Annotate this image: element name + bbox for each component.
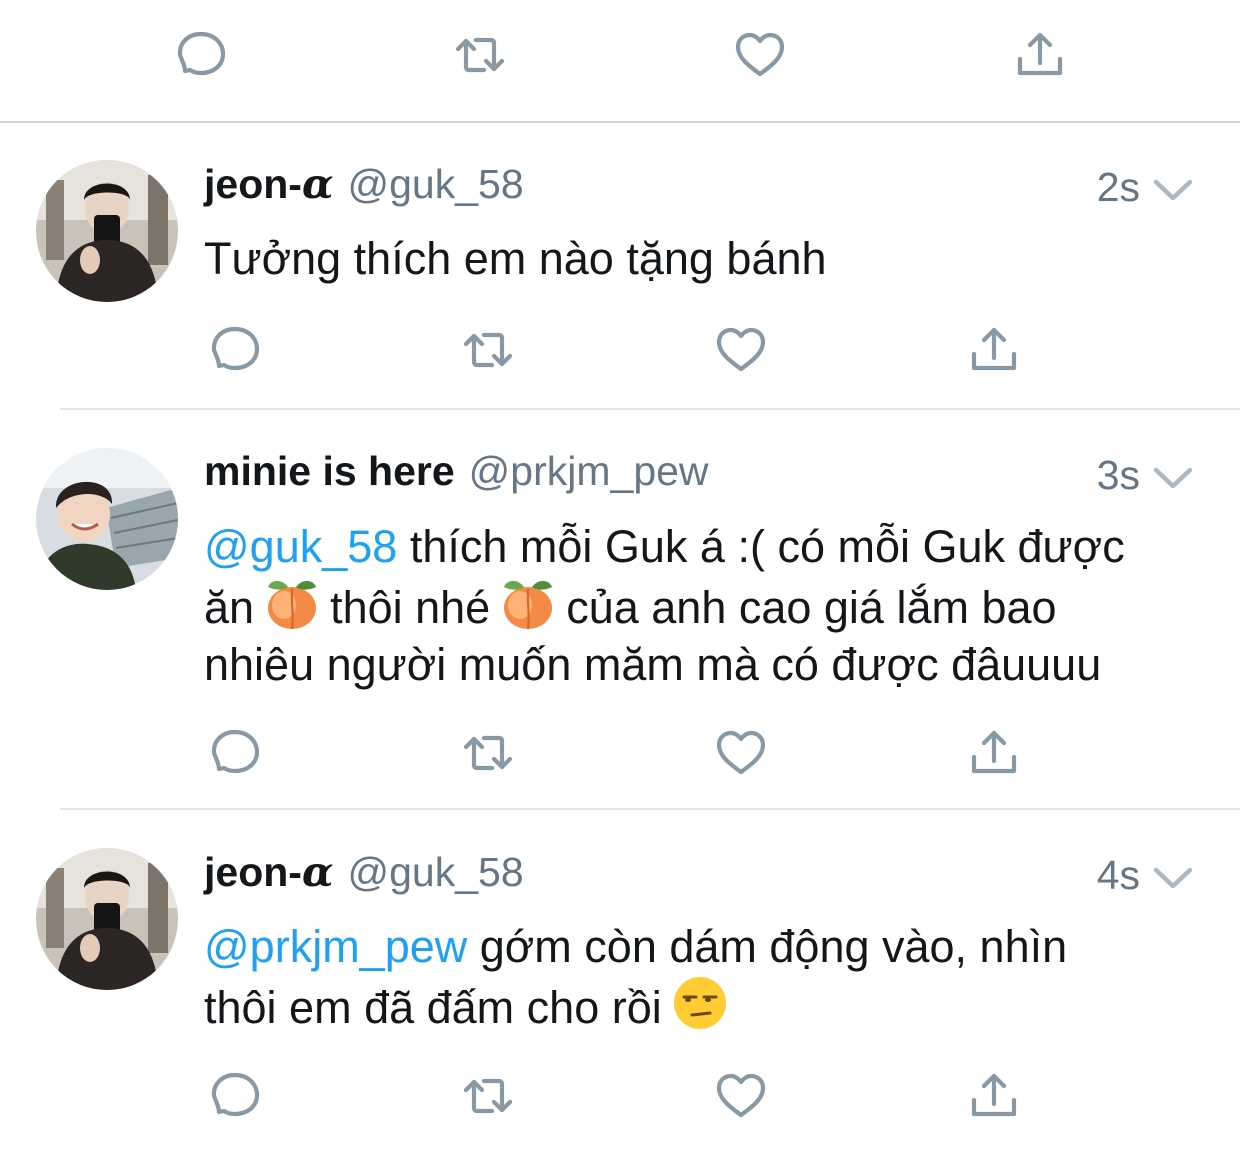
display-name[interactable]: jeon-α	[204, 848, 334, 896]
tweet-text: @prkjm_pew gớm còn dám động vào, nhìn th…	[204, 918, 1214, 1036]
peach-emoji	[264, 575, 320, 631]
share-icon	[1012, 27, 1068, 83]
share-button[interactable]	[964, 723, 1024, 783]
user-handle[interactable]: @guk_58	[348, 849, 524, 896]
reply-icon	[207, 322, 263, 378]
tweet[interactable]: jeon-α @guk_58 2s Tưởng thích em nào tặn…	[0, 122, 1240, 410]
unamused-face-emoji	[672, 975, 728, 1031]
share-icon	[966, 1068, 1022, 1124]
reply-button[interactable]	[171, 25, 231, 85]
avatar[interactable]	[36, 848, 178, 990]
share-icon	[966, 322, 1022, 378]
mention-link[interactable]: @prkjm_pew	[204, 921, 467, 972]
tweet-header: jeon-α @guk_58	[204, 848, 524, 898]
reply-button[interactable]	[205, 723, 265, 783]
tweet-text: @guk_58 thích mỗi Guk á :( có mỗi Guk đư…	[204, 518, 1214, 693]
timestamp: 3s	[1096, 452, 1140, 498]
chevron-down-icon	[1150, 174, 1196, 204]
previous-tweet-actions	[0, 0, 1240, 122]
tweet[interactable]: jeon-α @guk_58 4s @prkjm_pew gớm còn dám…	[0, 810, 1240, 1152]
share-button[interactable]	[964, 320, 1024, 380]
share-button[interactable]	[1010, 25, 1070, 85]
avatar[interactable]	[36, 160, 178, 302]
tweet-text: Tưởng thích em nào tặng bánh	[204, 233, 827, 284]
timestamp: 2s	[1096, 164, 1140, 210]
tweet-line: ăn thôi nhé của anh cao giá lắm bao	[204, 575, 1214, 636]
retweet-icon	[452, 27, 508, 83]
mention-link[interactable]: @guk_58	[204, 521, 397, 572]
tweet[interactable]: minie is here @prkjm_pew 3s @guk_58 thíc…	[0, 410, 1240, 810]
display-name[interactable]: jeon-α	[204, 160, 334, 208]
reply-button[interactable]	[205, 320, 265, 380]
peach-emoji	[500, 575, 556, 631]
like-button[interactable]	[711, 723, 771, 783]
timestamp: 4s	[1096, 852, 1140, 898]
tweet-header: jeon-α @guk_58	[204, 160, 524, 210]
tweet-menu-button[interactable]	[1150, 862, 1196, 892]
tweet-line: thôi em đã đấm cho rồi	[204, 975, 1214, 1036]
retweet-button[interactable]	[458, 723, 518, 783]
avatar-image	[36, 448, 178, 590]
like-button[interactable]	[711, 1066, 771, 1126]
share-button[interactable]	[964, 1066, 1024, 1126]
like-button[interactable]	[730, 25, 790, 85]
tweet-line: @guk_58 thích mỗi Guk á :( có mỗi Guk đư…	[204, 521, 1125, 572]
share-icon	[966, 725, 1022, 781]
retweet-button[interactable]	[458, 1066, 518, 1126]
user-handle[interactable]: @prkjm_pew	[469, 448, 709, 495]
chevron-down-icon	[1150, 862, 1196, 892]
tweet-line: nhiêu người muốn măm mà có được đâuuuu	[204, 639, 1102, 690]
like-icon	[713, 725, 769, 781]
like-button[interactable]	[711, 320, 771, 380]
chevron-down-icon	[1150, 462, 1196, 492]
retweet-button[interactable]	[458, 320, 518, 380]
tweet-menu-button[interactable]	[1150, 462, 1196, 492]
reply-icon	[207, 1068, 263, 1124]
like-icon	[732, 27, 788, 83]
avatar-image	[36, 160, 178, 302]
retweet-icon	[460, 1068, 516, 1124]
retweet-icon	[460, 725, 516, 781]
tweet-line: @prkjm_pew gớm còn dám động vào, nhìn	[204, 921, 1068, 972]
tweet-menu-button[interactable]	[1150, 174, 1196, 204]
avatar-image	[36, 848, 178, 990]
reply-icon	[207, 725, 263, 781]
retweet-icon	[460, 322, 516, 378]
tweet-header: minie is here @prkjm_pew	[204, 448, 709, 498]
display-name[interactable]: minie is here	[204, 448, 455, 495]
reply-button[interactable]	[205, 1066, 265, 1126]
retweet-button[interactable]	[450, 25, 510, 85]
like-icon	[713, 1068, 769, 1124]
avatar[interactable]	[36, 448, 178, 590]
reply-icon	[173, 27, 229, 83]
user-handle[interactable]: @guk_58	[348, 161, 524, 208]
like-icon	[713, 322, 769, 378]
